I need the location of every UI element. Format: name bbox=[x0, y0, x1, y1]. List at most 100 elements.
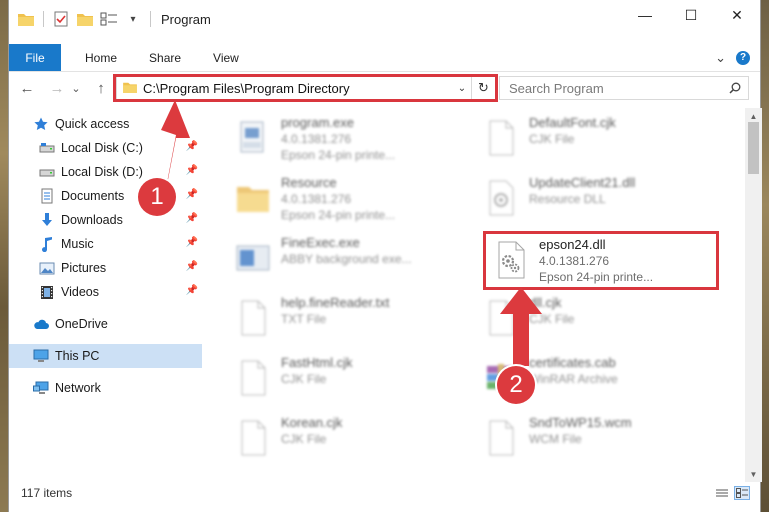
scroll-down-icon[interactable]: ▼ bbox=[745, 466, 762, 482]
sidebar-item-local-disk-d[interactable]: Local Disk (D:) 📌 bbox=[9, 160, 202, 184]
pin-icon[interactable]: 📌 bbox=[186, 189, 198, 200]
sidebar-item-videos[interactable]: Videos 📌 bbox=[9, 280, 202, 304]
sidebar-item-network[interactable]: Network bbox=[9, 376, 202, 400]
tab-share[interactable]: Share bbox=[131, 44, 195, 71]
view-switcher bbox=[714, 486, 750, 500]
pin-icon[interactable]: 📌 bbox=[186, 237, 198, 248]
file-explorer-window: ▾ Program — ☐ ✕ File Home Share View ⌄ ?… bbox=[8, 0, 762, 512]
file-item[interactable]: UpdateClient21.dll Resource DLL bbox=[481, 172, 721, 228]
file-item[interactable]: DefaultFont.cjk CJK File bbox=[481, 112, 721, 168]
file-name: UpdateClient21.dll bbox=[529, 175, 636, 190]
window-controls: — ☐ ✕ bbox=[622, 0, 760, 30]
blank-file-icon bbox=[233, 294, 273, 342]
pin-icon[interactable]: 📌 bbox=[186, 165, 198, 176]
pin-icon[interactable]: 📌 bbox=[186, 141, 198, 152]
properties-icon[interactable] bbox=[52, 10, 70, 28]
status-bar: 117 items bbox=[9, 482, 760, 504]
vertical-scrollbar[interactable]: ▲ ▼ bbox=[745, 108, 762, 482]
sidebar-item-music[interactable]: Music 📌 bbox=[9, 232, 202, 256]
file-description: Epson 24-pin printe... bbox=[281, 208, 396, 222]
file-type: CJK File bbox=[529, 132, 575, 146]
help-icon[interactable]: ? bbox=[736, 50, 750, 65]
file-name: help.fineReader.txt bbox=[281, 295, 390, 310]
file-item[interactable]: Resource 4.0.1381.276 Epson 24-pin printe.… bbox=[233, 172, 473, 228]
desktop-background-right bbox=[761, 0, 769, 512]
navigation-bar: ← → ⌄ ↑ C:\Program Files\Program Directo… bbox=[9, 72, 760, 104]
tab-file[interactable]: File bbox=[9, 44, 61, 71]
file-item[interactable]: help.fineReader.txt TXT File bbox=[233, 292, 473, 348]
pin-icon[interactable]: 📌 bbox=[186, 213, 198, 224]
sidebar-item-onedrive[interactable]: OneDrive bbox=[9, 312, 202, 336]
details-view-icon[interactable] bbox=[714, 486, 730, 500]
folder-icon bbox=[17, 10, 35, 28]
drive-icon bbox=[39, 164, 55, 180]
dll-gear-icon bbox=[491, 236, 531, 284]
toolbar-separator bbox=[150, 11, 151, 27]
file-item[interactable]: dll.cjk CJK File bbox=[481, 292, 721, 348]
expand-ribbon-icon[interactable]: ⌄ bbox=[715, 50, 726, 66]
navigation-pane: Quick access Local Disk (C:) 📌 Local Dis… bbox=[9, 108, 202, 478]
file-version: 4.0.1381.276 bbox=[281, 192, 352, 206]
file-name: Korean.cjk bbox=[281, 415, 343, 430]
tiles-view-icon[interactable] bbox=[734, 486, 750, 500]
address-path[interactable]: C:\Program Files\Program Directory bbox=[143, 81, 453, 96]
download-icon bbox=[39, 212, 55, 228]
scrollbar-thumb[interactable] bbox=[748, 122, 759, 174]
file-item-epson24-dll[interactable]: epson24.dll 4.0.1381.276 Epson 24-pin prin… bbox=[491, 234, 731, 290]
file-type: WCM File bbox=[529, 432, 582, 446]
file-type: CJK File bbox=[529, 312, 575, 326]
file-description: Epson 24-pin printe... bbox=[281, 148, 396, 162]
file-name: SndToWP15.wcm bbox=[529, 415, 632, 430]
file-version: 4.0.1381.276 bbox=[539, 254, 610, 268]
sidebar-item-pictures[interactable]: Pictures 📌 bbox=[9, 256, 202, 280]
star-icon bbox=[33, 116, 49, 132]
sidebar-item-quick-access[interactable]: Quick access bbox=[9, 112, 202, 136]
close-button[interactable]: ✕ bbox=[714, 0, 760, 30]
item-count: 117 items bbox=[21, 486, 73, 500]
file-item[interactable]: SndToWP15.wcm WCM File bbox=[481, 412, 721, 468]
dll-icon bbox=[481, 174, 521, 222]
music-icon bbox=[39, 236, 55, 252]
minimize-button[interactable]: — bbox=[622, 0, 668, 30]
pin-icon[interactable]: 📌 bbox=[186, 261, 198, 272]
step-2-badge: 2 bbox=[497, 366, 535, 404]
refresh-button[interactable]: ↻ bbox=[471, 77, 495, 99]
file-type: Resource DLL bbox=[529, 192, 606, 206]
address-history-dropdown[interactable]: ⌄ bbox=[453, 83, 471, 94]
tab-view[interactable]: View bbox=[195, 44, 253, 71]
blank-file-icon bbox=[233, 414, 273, 462]
file-name: DefaultFont.cjk bbox=[529, 115, 616, 130]
pin-icon[interactable]: 📌 bbox=[186, 285, 198, 296]
file-item[interactable]: FastHtml.cjk CJK File bbox=[233, 352, 473, 408]
up-button[interactable]: ↑ bbox=[89, 76, 113, 100]
blank-file-icon bbox=[481, 414, 521, 462]
file-description: ABBY background exe... bbox=[281, 252, 412, 266]
cloud-icon bbox=[33, 316, 49, 332]
file-type: TXT File bbox=[281, 312, 327, 326]
ribbon-right-controls: ⌄ ? bbox=[715, 44, 760, 71]
sidebar-item-local-disk-c[interactable]: Local Disk (C:) 📌 bbox=[9, 136, 202, 160]
customize-toolbar-dropdown[interactable]: ▾ bbox=[124, 10, 142, 28]
search-icon[interactable] bbox=[722, 82, 748, 94]
sidebar-item-downloads[interactable]: Downloads 📌 bbox=[9, 208, 202, 232]
recent-locations-dropdown[interactable]: ⌄ bbox=[69, 76, 83, 100]
documents-icon bbox=[39, 188, 55, 204]
file-item[interactable]: program.exe 4.0.1381.276 Epson 24-pin prin… bbox=[233, 112, 473, 168]
pictures-icon bbox=[39, 260, 55, 276]
file-type: CJK File bbox=[281, 432, 327, 446]
sidebar-item-this-pc[interactable]: This PC bbox=[9, 344, 202, 368]
search-input[interactable] bbox=[500, 80, 722, 96]
address-bar[interactable]: C:\Program Files\Program Directory ⌄ ↻ bbox=[116, 76, 496, 100]
back-button[interactable]: ← bbox=[15, 76, 39, 100]
tab-home[interactable]: Home bbox=[61, 44, 131, 71]
search-box[interactable] bbox=[499, 76, 749, 100]
view-options-icon[interactable] bbox=[100, 10, 118, 28]
file-item[interactable]: FineExec.exe ABBY background exe... bbox=[233, 232, 473, 288]
new-folder-icon[interactable] bbox=[76, 10, 94, 28]
file-name: program.exe bbox=[281, 115, 354, 130]
forward-button[interactable]: → bbox=[45, 76, 69, 100]
maximize-button[interactable]: ☐ bbox=[668, 0, 714, 30]
exe-icon bbox=[233, 114, 273, 162]
file-item[interactable]: Korean.cjk CJK File bbox=[233, 412, 473, 468]
file-name: FineExec.exe bbox=[281, 235, 360, 250]
